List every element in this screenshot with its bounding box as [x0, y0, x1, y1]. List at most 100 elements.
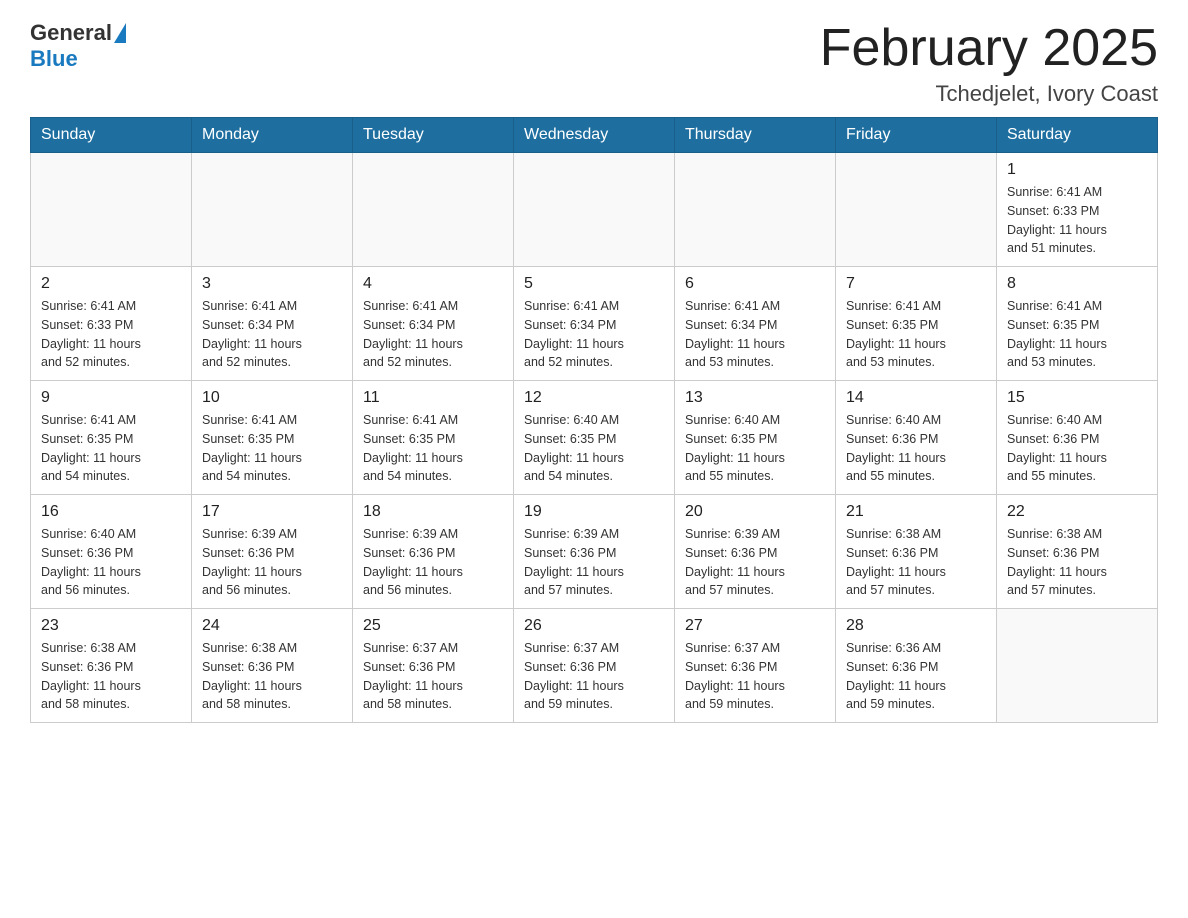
day-info: Sunrise: 6:41 AM Sunset: 6:34 PM Dayligh… [685, 297, 825, 372]
title-section: February 2025 Tchedjelet, Ivory Coast [820, 20, 1158, 107]
calendar-header-row: SundayMondayTuesdayWednesdayThursdayFrid… [31, 118, 1158, 153]
calendar-day-cell: 27Sunrise: 6:37 AM Sunset: 6:36 PM Dayli… [675, 609, 836, 723]
day-number: 11 [363, 389, 503, 407]
day-info: Sunrise: 6:39 AM Sunset: 6:36 PM Dayligh… [685, 525, 825, 600]
day-number: 20 [685, 503, 825, 521]
calendar-day-cell [31, 153, 192, 267]
day-info: Sunrise: 6:39 AM Sunset: 6:36 PM Dayligh… [202, 525, 342, 600]
day-of-week-header: Monday [192, 118, 353, 153]
day-of-week-header: Friday [836, 118, 997, 153]
calendar-week-row: 16 Sunrise: 6:40 AM Sunset: 6:36 PM Dayli… [31, 495, 1158, 609]
day-info: Sunrise: 6:37 AM Sunset: 6:36 PM Dayligh… [524, 639, 664, 714]
day-number: 21 [846, 503, 986, 521]
day-of-week-header: Thursday [675, 118, 836, 153]
day-number: 19 [524, 503, 664, 521]
day-number: 10 [202, 389, 342, 407]
day-info: Sunrise: 6:37 AM Sunset: 6:36 PM Dayligh… [685, 639, 825, 714]
day-number: 24 [202, 617, 342, 635]
day-of-week-header: Wednesday [514, 118, 675, 153]
calendar-day-cell: 14 Sunrise: 6:40 AM Sunset: 6:36 PM Dayli… [836, 381, 997, 495]
calendar-day-cell: 21 Sunrise: 6:38 AM Sunset: 6:36 PM Dayli… [836, 495, 997, 609]
day-number: 8 [1007, 275, 1147, 293]
day-info: Sunrise: 6:38 AM Sunset: 6:36 PM Dayligh… [202, 639, 342, 714]
day-number: 9 [41, 389, 181, 407]
calendar-day-cell: 19 Sunrise: 6:39 AM Sunset: 6:36 PM Dayli… [514, 495, 675, 609]
day-number: 25 [363, 617, 503, 635]
day-info: Sunrise: 6:36 AM Sunset: 6:36 PM Dayligh… [846, 639, 986, 714]
day-info: Sunrise: 6:41 AM Sunset: 6:33 PM Dayligh… [41, 297, 181, 372]
day-info: Sunrise: 6:39 AM Sunset: 6:36 PM Dayligh… [524, 525, 664, 600]
day-number: 5 [524, 275, 664, 293]
day-number: 18 [363, 503, 503, 521]
day-info: Sunrise: 6:41 AM Sunset: 6:34 PM Dayligh… [363, 297, 503, 372]
calendar-day-cell: 2 Sunrise: 6:41 AM Sunset: 6:33 PM Daylig… [31, 267, 192, 381]
calendar-day-cell: 24 Sunrise: 6:38 AM Sunset: 6:36 PM Dayli… [192, 609, 353, 723]
calendar-day-cell [836, 153, 997, 267]
day-of-week-header: Saturday [997, 118, 1158, 153]
calendar-week-row: 1 Sunrise: 6:41 AM Sunset: 6:33 PM Daylig… [31, 153, 1158, 267]
day-number: 14 [846, 389, 986, 407]
calendar-day-cell: 16 Sunrise: 6:40 AM Sunset: 6:36 PM Dayli… [31, 495, 192, 609]
day-number: 28 [846, 617, 986, 635]
day-number: 23 [41, 617, 181, 635]
calendar-day-cell: 15 Sunrise: 6:40 AM Sunset: 6:36 PM Dayli… [997, 381, 1158, 495]
calendar-day-cell: 23 Sunrise: 6:38 AM Sunset: 6:36 PM Dayli… [31, 609, 192, 723]
day-of-week-header: Sunday [31, 118, 192, 153]
calendar-day-cell: 9 Sunrise: 6:41 AM Sunset: 6:35 PM Daylig… [31, 381, 192, 495]
day-info: Sunrise: 6:40 AM Sunset: 6:36 PM Dayligh… [1007, 411, 1147, 486]
day-info: Sunrise: 6:41 AM Sunset: 6:33 PM Dayligh… [1007, 183, 1147, 258]
day-number: 22 [1007, 503, 1147, 521]
day-info: Sunrise: 6:38 AM Sunset: 6:36 PM Dayligh… [41, 639, 181, 714]
month-title: February 2025 [820, 20, 1158, 77]
day-number: 15 [1007, 389, 1147, 407]
logo-blue-text: Blue [30, 46, 78, 71]
day-info: Sunrise: 6:40 AM Sunset: 6:35 PM Dayligh… [685, 411, 825, 486]
day-info: Sunrise: 6:39 AM Sunset: 6:36 PM Dayligh… [363, 525, 503, 600]
day-number: 7 [846, 275, 986, 293]
calendar-day-cell: 6 Sunrise: 6:41 AM Sunset: 6:34 PM Daylig… [675, 267, 836, 381]
calendar-day-cell: 12 Sunrise: 6:40 AM Sunset: 6:35 PM Dayli… [514, 381, 675, 495]
day-number: 6 [685, 275, 825, 293]
day-info: Sunrise: 6:38 AM Sunset: 6:36 PM Dayligh… [846, 525, 986, 600]
calendar-day-cell: 1 Sunrise: 6:41 AM Sunset: 6:33 PM Daylig… [997, 153, 1158, 267]
day-info: Sunrise: 6:38 AM Sunset: 6:36 PM Dayligh… [1007, 525, 1147, 600]
calendar-day-cell [675, 153, 836, 267]
day-info: Sunrise: 6:41 AM Sunset: 6:35 PM Dayligh… [41, 411, 181, 486]
day-info: Sunrise: 6:40 AM Sunset: 6:36 PM Dayligh… [846, 411, 986, 486]
calendar-day-cell: 11 Sunrise: 6:41 AM Sunset: 6:35 PM Dayli… [353, 381, 514, 495]
calendar-day-cell: 4Sunrise: 6:41 AM Sunset: 6:34 PM Daylig… [353, 267, 514, 381]
day-number: 12 [524, 389, 664, 407]
calendar-day-cell [514, 153, 675, 267]
day-info: Sunrise: 6:41 AM Sunset: 6:35 PM Dayligh… [363, 411, 503, 486]
page-header: General Blue February 2025 Tchedjelet, I… [30, 20, 1158, 107]
calendar-day-cell: 5 Sunrise: 6:41 AM Sunset: 6:34 PM Daylig… [514, 267, 675, 381]
day-number: 16 [41, 503, 181, 521]
day-info: Sunrise: 6:41 AM Sunset: 6:35 PM Dayligh… [1007, 297, 1147, 372]
day-info: Sunrise: 6:40 AM Sunset: 6:35 PM Dayligh… [524, 411, 664, 486]
calendar-week-row: 2 Sunrise: 6:41 AM Sunset: 6:33 PM Daylig… [31, 267, 1158, 381]
calendar-table: SundayMondayTuesdayWednesdayThursdayFrid… [30, 117, 1158, 723]
day-info: Sunrise: 6:37 AM Sunset: 6:36 PM Dayligh… [363, 639, 503, 714]
day-number: 13 [685, 389, 825, 407]
day-number: 2 [41, 275, 181, 293]
calendar-day-cell [997, 609, 1158, 723]
day-of-week-header: Tuesday [353, 118, 514, 153]
calendar-day-cell [192, 153, 353, 267]
day-number: 3 [202, 275, 342, 293]
day-info: Sunrise: 6:41 AM Sunset: 6:35 PM Dayligh… [202, 411, 342, 486]
day-info: Sunrise: 6:41 AM Sunset: 6:34 PM Dayligh… [524, 297, 664, 372]
calendar-week-row: 9 Sunrise: 6:41 AM Sunset: 6:35 PM Daylig… [31, 381, 1158, 495]
location-text: Tchedjelet, Ivory Coast [820, 81, 1158, 107]
calendar-week-row: 23 Sunrise: 6:38 AM Sunset: 6:36 PM Dayli… [31, 609, 1158, 723]
day-number: 26 [524, 617, 664, 635]
calendar-day-cell [353, 153, 514, 267]
calendar-day-cell: 18 Sunrise: 6:39 AM Sunset: 6:36 PM Dayli… [353, 495, 514, 609]
logo-triangle-icon [114, 23, 126, 43]
calendar-day-cell: 7Sunrise: 6:41 AM Sunset: 6:35 PM Daylig… [836, 267, 997, 381]
calendar-day-cell: 22 Sunrise: 6:38 AM Sunset: 6:36 PM Dayli… [997, 495, 1158, 609]
day-info: Sunrise: 6:41 AM Sunset: 6:34 PM Dayligh… [202, 297, 342, 372]
day-info: Sunrise: 6:40 AM Sunset: 6:36 PM Dayligh… [41, 525, 181, 600]
calendar-day-cell: 13 Sunrise: 6:40 AM Sunset: 6:35 PM Dayli… [675, 381, 836, 495]
calendar-day-cell: 26 Sunrise: 6:37 AM Sunset: 6:36 PM Dayli… [514, 609, 675, 723]
day-number: 1 [1007, 161, 1147, 179]
